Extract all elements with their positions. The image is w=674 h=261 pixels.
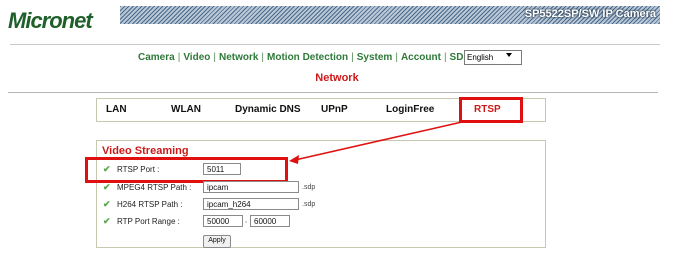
rtsp-port-highlight-box xyxy=(85,157,288,183)
mpeg4-suffix: .sdp xyxy=(302,184,316,191)
language-select[interactable]: English xyxy=(464,50,522,65)
language-select-value: English xyxy=(467,53,494,62)
check-icon: ✔ xyxy=(103,182,111,192)
check-icon: ✔ xyxy=(103,216,111,226)
nav-item-camera[interactable]: Camera xyxy=(138,52,175,63)
nav-item-motion-detection[interactable]: Motion Detection xyxy=(267,52,348,63)
tab-lan[interactable]: LAN xyxy=(106,104,127,115)
check-icon: ✔ xyxy=(103,199,111,209)
rtp-range-separator: , xyxy=(245,217,247,224)
logo-text: Micronet xyxy=(8,8,93,33)
nav-separator: | xyxy=(443,52,447,63)
nav-item-system[interactable]: System xyxy=(357,52,393,63)
nav-separator: | xyxy=(261,52,265,63)
tab-loginfree[interactable]: LoginFree xyxy=(386,104,434,115)
nav-item-account[interactable]: Account xyxy=(401,52,441,63)
tab-wlan[interactable]: WLAN xyxy=(171,104,201,115)
h264-path-label: H264 RTSP Path : xyxy=(117,200,183,209)
mpeg4-path-input[interactable]: ipcam xyxy=(203,181,299,193)
rtp-port-to-input[interactable]: 60000 xyxy=(250,215,290,227)
chevron-down-icon[interactable] xyxy=(506,53,512,57)
nav-separator: | xyxy=(351,52,354,63)
h264-suffix: .sdp xyxy=(302,201,316,208)
tab-upnp[interactable]: UPnP xyxy=(321,104,348,115)
rtp-port-from-input[interactable]: 50000 xyxy=(203,215,243,227)
h264-path-input[interactable]: ipcam_h264 xyxy=(203,198,299,210)
nav-separator: | xyxy=(213,52,216,63)
nav-separator: | xyxy=(395,52,398,63)
nav-item-video[interactable]: Video xyxy=(183,52,210,63)
divider xyxy=(8,92,658,93)
main-nav: Camera | Video | Network | Motion Detection | Sy… xyxy=(138,52,478,63)
page-title: Network xyxy=(315,72,359,84)
mpeg4-path-label: MPEG4 RTSP Path : xyxy=(117,183,192,192)
section-title: Video Streaming xyxy=(102,145,189,157)
nav-item-network[interactable]: Network xyxy=(219,52,258,63)
product-title: SP5522SP/SW IP Camera xyxy=(524,8,656,20)
rtp-port-range-label: RTP Port Range : xyxy=(117,217,180,226)
tab-highlight-box xyxy=(459,97,523,123)
micronet-logo: Micronet xyxy=(8,8,93,34)
tab-dynamic-dns[interactable]: Dynamic DNS xyxy=(235,104,301,115)
apply-button[interactable]: Apply xyxy=(203,235,231,248)
